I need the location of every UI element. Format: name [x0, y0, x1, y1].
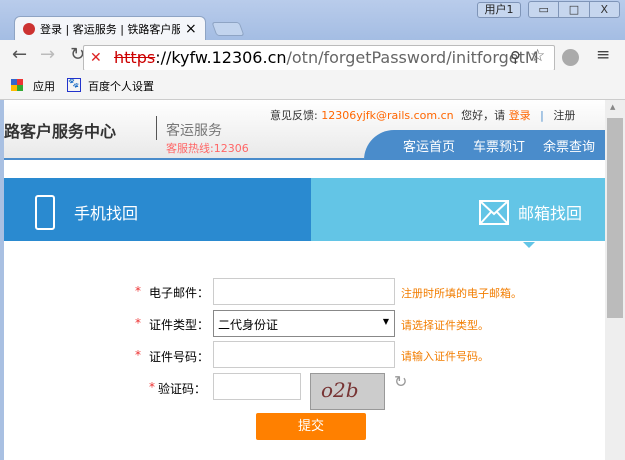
required-mark: * [135, 348, 141, 362]
close-window-button[interactable]: X [590, 2, 619, 17]
site-subtitle: 客运服务 [166, 123, 222, 139]
required-mark: * [149, 380, 155, 394]
active-tab-arrow-icon [523, 242, 535, 254]
greeting: 您好，请 [461, 109, 506, 122]
back-icon[interactable]: ← [12, 44, 27, 65]
tab-email-recovery[interactable]: 邮箱找回 [311, 178, 605, 248]
menu-icon[interactable]: ≡ [596, 45, 610, 65]
login-link[interactable]: 登录 [509, 109, 531, 122]
captcha-image[interactable]: o2b [310, 373, 385, 410]
phone-icon [35, 195, 55, 230]
logo-divider [156, 116, 157, 140]
refresh-captcha-icon[interactable]: ↻ [394, 372, 407, 391]
address-bar[interactable]: ✕ https://kyfw.12306.cn/otn/forgetPasswo… [83, 45, 555, 71]
captcha-label: 验证码： [158, 382, 207, 396]
nav-booking[interactable]: 车票预订 [473, 136, 525, 155]
scroll-up-icon[interactable]: ▲ [610, 103, 615, 111]
main-nav: 客运首页 车票预订 余票查询 [364, 130, 605, 160]
feedback-label: 意见反馈: [270, 109, 318, 122]
tab-title: 登录 | 客运服务 | 铁路客户服务中心 [40, 23, 180, 36]
recovery-tabs: 手机找回 邮箱找回 [4, 178, 605, 248]
hotline: 客服热线:12306 [166, 142, 249, 155]
nav-home[interactable]: 客运首页 [403, 136, 455, 155]
idtype-hint: 请选择证件类型。 [401, 319, 489, 332]
mail-icon [479, 200, 509, 225]
idtype-selected: 二代身份证 [218, 318, 279, 332]
baidu-paw-icon: 🐾 [67, 78, 81, 92]
dropdown-arrow-icon: ▼ [382, 317, 389, 326]
captcha-input[interactable] [213, 373, 301, 400]
url-path: /otn/forgetPassword/initforgetM [286, 48, 539, 67]
feedback-email-link[interactable]: 12306yjfk@rails.com.cn [321, 109, 453, 122]
nav-remaining[interactable]: 余票查询 [543, 136, 595, 155]
register-link[interactable]: 注册 [553, 109, 575, 122]
tab-email-label: 邮箱找回 [518, 204, 583, 223]
scrollbar-thumb[interactable] [607, 118, 623, 318]
site-favicon-icon [23, 23, 35, 35]
url-host: ://kyfw.12306.cn [155, 48, 287, 67]
tab-close-icon[interactable]: × [185, 21, 197, 37]
maximize-button[interactable]: □ [559, 2, 590, 17]
url-scheme: https [114, 48, 156, 67]
required-mark: * [135, 284, 141, 298]
submit-button[interactable]: 提交 [256, 413, 366, 440]
required-mark: * [135, 316, 141, 330]
page: 路客户服务中心 客运服务 客服热线:12306 意见反馈: 12306yjfk@… [4, 100, 605, 460]
email-input[interactable] [213, 278, 395, 305]
email-hint: 注册时所填的电子邮箱。 [401, 287, 522, 300]
site-logo: 路客户服务中心 [4, 122, 117, 141]
idtype-label: 证件类型： [149, 318, 210, 332]
minimize-button[interactable]: ▭ [529, 2, 560, 17]
browser-tab[interactable]: 登录 | 客运服务 | 铁路客户服务中心 × [14, 16, 206, 41]
insecure-lock-icon: ✕ [90, 50, 102, 66]
bookmarks-bar: 应用 🐾 百度个人设置 [0, 70, 625, 100]
header-underline [4, 158, 364, 160]
apps-grid-icon [11, 79, 23, 91]
globe-icon[interactable] [562, 49, 579, 66]
email-label: 电子邮件： [149, 286, 210, 300]
separator: | [540, 109, 544, 122]
bookmark-star-icon[interactable]: ☆ [530, 46, 545, 66]
tab-phone-recovery[interactable]: 手机找回 [4, 178, 311, 241]
idno-input[interactable] [213, 341, 395, 368]
tab-phone-label: 手机找回 [74, 204, 139, 223]
idno-hint: 请输入证件号码。 [401, 350, 489, 363]
idtype-select[interactable]: 二代身份证 ▼ [213, 310, 395, 337]
site-header: 路客户服务中心 客运服务 客服热线:12306 意见反馈: 12306yjfk@… [4, 100, 605, 160]
idno-label: 证件号码： [149, 350, 210, 364]
new-tab-button[interactable] [211, 22, 245, 36]
window-controls: ▭ □ X [528, 1, 620, 18]
bookmark-baidu[interactable]: 百度个人设置 [88, 78, 154, 94]
profile-button[interactable]: 用户1 [477, 2, 521, 18]
bookmark-apps[interactable]: 应用 [33, 78, 55, 94]
forward-icon[interactable]: → [40, 44, 55, 65]
zoom-icon[interactable]: ⚲ [510, 48, 521, 66]
